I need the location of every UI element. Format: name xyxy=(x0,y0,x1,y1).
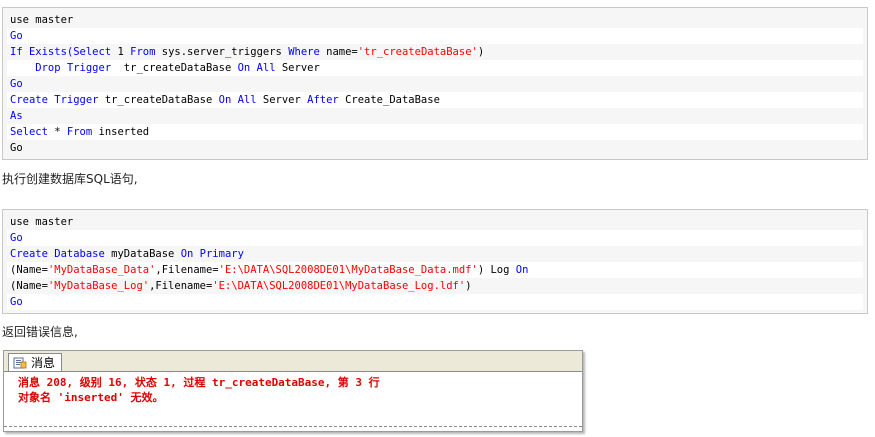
error-line: 对象名 'inserted' 无效。 xyxy=(18,391,164,404)
code-keyword: Drop Trigger xyxy=(10,62,112,74)
code-keyword: On All xyxy=(237,62,276,74)
error-line: 消息 208, 级别 16, 状态 1, 过程 tr_createDataBas… xyxy=(18,376,380,389)
code-keyword: From xyxy=(66,126,93,138)
code-line: Go xyxy=(7,140,863,156)
messages-panel: 消息 消息 208, 级别 16, 状态 1, 过程 tr_createData… xyxy=(3,350,583,432)
code-line: (Name='MyDataBase_Log',Filename='E:\DATA… xyxy=(7,278,863,294)
code-block-trigger: use master Go If Exists(Select 1 From sys.… xyxy=(2,7,868,160)
code-keyword: Go xyxy=(10,232,23,244)
code-line: If Exists(Select 1 From sys.server_trigg… xyxy=(7,44,863,60)
code-text: ) Log xyxy=(477,264,516,276)
paragraph-execute-sql: 执行创建数据库SQL语句, xyxy=(2,172,138,186)
panel-divider xyxy=(4,426,582,431)
code-line: use master xyxy=(7,214,863,230)
code-keyword: On All xyxy=(218,94,257,106)
code-lines: use master Go Create Database myDataBase O… xyxy=(7,214,863,310)
message-icon xyxy=(13,357,27,369)
code-keyword: Go xyxy=(10,78,23,90)
code-text: Go xyxy=(10,142,23,154)
code-string: 'E:\DATA\SQL2008DE01\MyDataBase_Log.ldf' xyxy=(212,280,466,292)
code-line: As xyxy=(7,108,863,124)
code-keyword: After xyxy=(307,94,339,106)
code-keyword: As xyxy=(10,110,23,122)
code-string: 'tr_createDataBase' xyxy=(357,46,478,58)
code-string: 'MyDataBase_Data' xyxy=(47,264,156,276)
code-text: ) xyxy=(465,280,472,292)
code-text: tr_createDataBase xyxy=(98,94,219,106)
tab-messages[interactable]: 消息 xyxy=(8,353,63,371)
messages-tabbar: 消息 xyxy=(4,351,582,372)
messages-body: 消息 208, 级别 16, 状态 1, 过程 tr_createDataBas… xyxy=(4,372,582,405)
code-keyword: If Exists(Select xyxy=(10,46,112,58)
code-line: (Name='MyDataBase_Data',Filename='E:\DAT… xyxy=(7,262,863,278)
code-keyword: On Primary xyxy=(180,248,244,260)
code-lines: use master Go If Exists(Select 1 From sys.… xyxy=(7,12,863,156)
code-text: ,Filename= xyxy=(155,264,219,276)
code-keyword: From xyxy=(130,46,156,58)
code-text: sys.server_triggers xyxy=(155,46,289,58)
code-text: 1 xyxy=(111,46,131,58)
code-string: 'E:\DATA\SQL2008DE01\MyDataBase_Data.mdf… xyxy=(218,264,478,276)
code-text: myDataBase xyxy=(104,248,181,260)
code-line: Create Database myDataBase On Primary xyxy=(7,246,863,262)
code-text: Server xyxy=(256,94,308,106)
code-line: Go xyxy=(7,230,863,246)
code-text: (Name= xyxy=(10,264,48,276)
code-keyword: On xyxy=(515,264,529,276)
code-text: name= xyxy=(319,46,358,58)
code-keyword: Create Database xyxy=(10,248,105,260)
code-line: Drop Trigger tr_createDataBase On All Se… xyxy=(7,60,863,76)
code-text: * xyxy=(47,126,67,138)
code-line: Select * From inserted xyxy=(7,124,863,140)
code-keyword: Where xyxy=(288,46,320,58)
code-text: ,Filename= xyxy=(149,280,213,292)
code-line: Go xyxy=(7,28,863,44)
code-line: Go xyxy=(7,76,863,92)
code-string: 'MyDataBase_Log' xyxy=(47,280,150,292)
code-line: Create Trigger tr_createDataBase On All … xyxy=(7,92,863,108)
code-keyword: Create Trigger xyxy=(10,94,99,106)
tab-messages-label: 消息 xyxy=(31,356,56,370)
code-block-create-database: use master Go Create Database myDataBase O… xyxy=(2,209,868,314)
code-text: use master xyxy=(10,216,74,228)
code-text: tr_createDataBase xyxy=(111,62,238,74)
code-line: use master xyxy=(7,12,863,28)
code-text: inserted xyxy=(92,126,150,138)
code-text: Create_DataBase xyxy=(338,94,440,106)
code-text: Server xyxy=(275,62,320,74)
code-keyword: Go xyxy=(10,296,23,308)
code-text: use master xyxy=(10,14,74,26)
paragraph-error-returned: 返回错误信息, xyxy=(2,325,78,339)
code-line: Go xyxy=(7,294,863,310)
code-keyword: Select xyxy=(10,126,48,138)
code-keyword: Go xyxy=(10,30,23,42)
code-text: (Name= xyxy=(10,280,48,292)
code-text: ) xyxy=(477,46,485,58)
